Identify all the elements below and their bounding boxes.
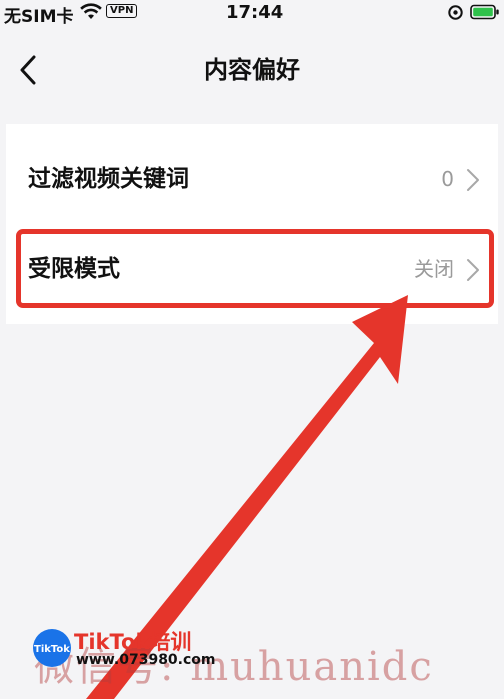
watermark-url: www.073980.com [76, 652, 216, 668]
nav-bar: 内容偏好 [0, 30, 504, 110]
wifi-icon [80, 3, 102, 19]
chevron-right-icon [467, 169, 479, 191]
setting-label-restricted-mode: 受限模式 [28, 256, 120, 282]
setting-value-restricted-mode: 关闭 [414, 257, 454, 281]
chevron-right-icon [467, 259, 479, 281]
setting-value-filter-keywords: 0 [441, 167, 454, 191]
tiktok-logo-text: TikTok [34, 644, 70, 655]
location-icon [448, 5, 463, 20]
chevron-left-icon [20, 55, 36, 85]
vpn-badge: VPN [106, 4, 138, 18]
setting-row-filter-keywords[interactable]: 过滤视频关键词 0 [6, 134, 498, 224]
page-title: 内容偏好 [204, 56, 300, 84]
setting-row-restricted-mode[interactable]: 受限模式 关闭 [6, 224, 498, 314]
status-bar: 无SIM卡 VPN 17:44 [0, 0, 504, 30]
settings-card: 过滤视频关键词 0 受限模式 关闭 [6, 124, 498, 324]
setting-label-filter-keywords: 过滤视频关键词 [28, 166, 189, 192]
tiktok-logo: TikTok [33, 629, 71, 667]
status-time: 17:44 [226, 2, 284, 23]
carrier-label: 无SIM卡 [4, 7, 74, 27]
battery-icon [470, 4, 499, 20]
back-button[interactable] [8, 50, 48, 90]
